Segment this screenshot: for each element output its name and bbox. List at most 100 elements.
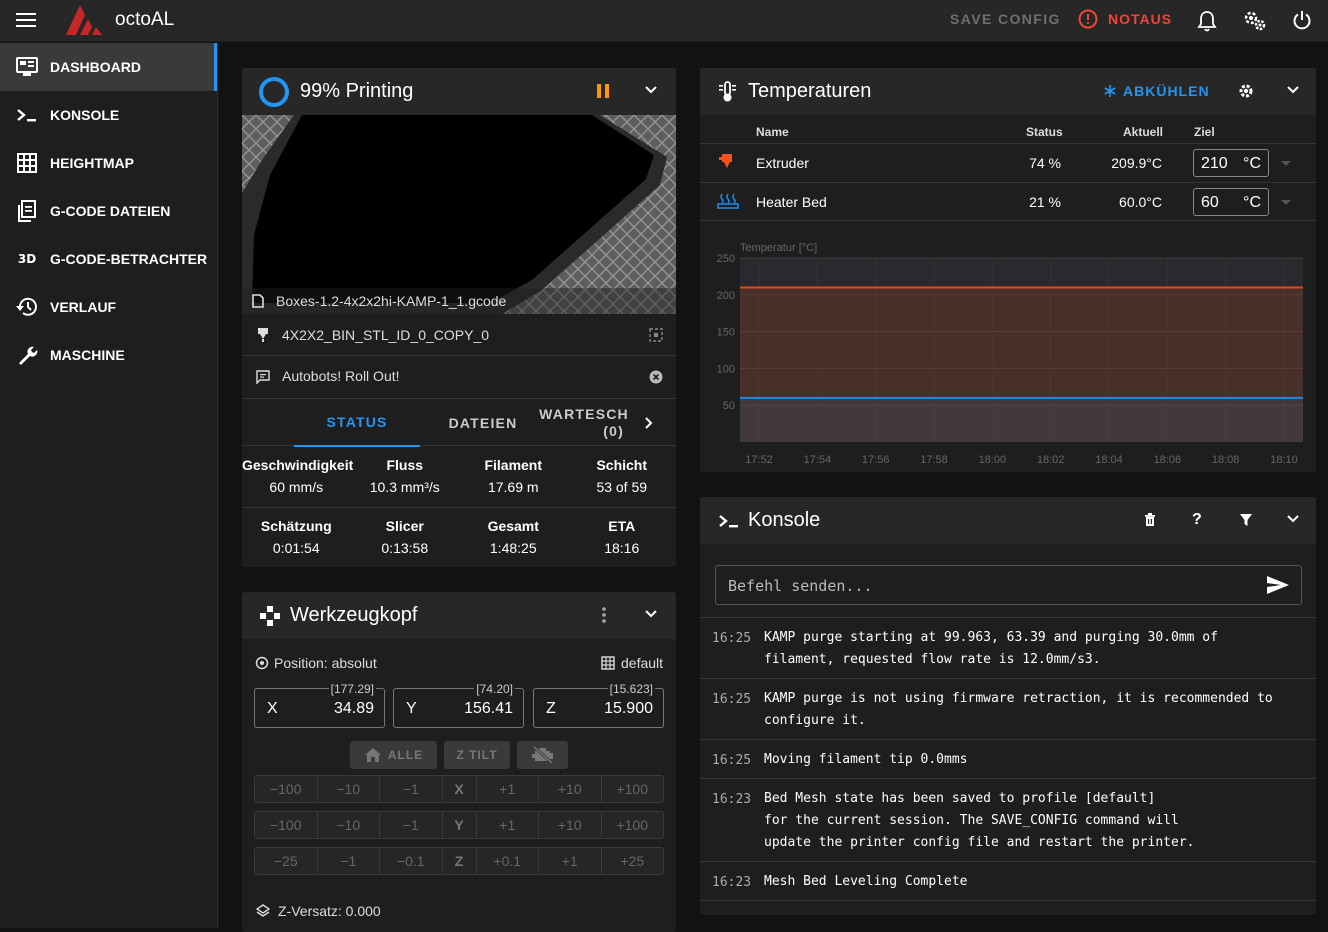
print-message-row: Autobots! Roll Out! xyxy=(242,356,676,398)
y-axis-label: Y xyxy=(406,700,417,717)
pause-icon[interactable] xyxy=(596,83,610,99)
stat-estimate: Schätzung 0:01:54 xyxy=(242,508,351,568)
close-circle-icon[interactable] xyxy=(649,370,663,384)
chevron-right-icon[interactable] xyxy=(644,416,654,430)
console-panel-header: Konsole ? xyxy=(700,497,1316,544)
sidebar-item-heightmap[interactable]: HEIGHTMAP xyxy=(0,139,217,187)
x-tick-label: 18:10 xyxy=(1270,454,1298,466)
tab-files[interactable]: DATEIEN xyxy=(420,399,546,447)
y-tick-label: 50 xyxy=(723,400,735,412)
target-unit: °C xyxy=(1243,155,1261,172)
status-tabs: STATUS DATEIEN WARTESCH (0) xyxy=(242,398,676,447)
thumbnail-filename-bar: Boxes-1.2-4x2x2hi-KAMP-1_1.gcode xyxy=(242,288,676,314)
engine-off-icon xyxy=(531,746,554,764)
bell-icon[interactable] xyxy=(1197,10,1217,32)
y-tick-label: 150 xyxy=(717,327,735,339)
jog-y-plus-1[interactable]: +1 xyxy=(476,812,539,838)
command-input[interactable]: Befehl senden... xyxy=(715,565,1302,605)
stat-total: Gesamt 1:48:25 xyxy=(459,508,568,568)
z-tilt-button[interactable]: Z TILT xyxy=(444,741,510,769)
y-position-field[interactable]: [74.20] Y 156.41 xyxy=(393,682,524,728)
power-icon[interactable] xyxy=(1292,10,1312,30)
sidebar-item-gcode-viewer[interactable]: 3D G-CODE-BETRACHTER xyxy=(0,235,217,283)
jog-x-row: −100 −10 −1 X +1 +10 +100 xyxy=(254,775,664,803)
stat-label: Fluss xyxy=(386,457,424,473)
send-icon[interactable] xyxy=(1267,576,1289,594)
motors-off-button[interactable] xyxy=(517,741,568,769)
sidebar-item-history[interactable]: VERLAUF xyxy=(0,283,217,331)
jog-x-minus-1[interactable]: −1 xyxy=(380,776,443,802)
jog-x-minus-100[interactable]: −100 xyxy=(255,776,318,802)
grid-icon xyxy=(15,151,39,175)
sidebar-navigation: DASHBOARD KONSOLE HEIGHTMAP G-CODE DATEI… xyxy=(0,43,218,928)
menu-down-icon[interactable] xyxy=(1281,161,1291,167)
jog-x-plus-1[interactable]: +1 xyxy=(476,776,539,802)
trash-icon[interactable] xyxy=(1144,513,1156,527)
x-commanded: [177.29] xyxy=(328,682,376,696)
jog-y-minus-100[interactable]: −100 xyxy=(255,812,318,838)
gear-icon[interactable] xyxy=(1238,83,1254,99)
cooldown-button[interactable]: ABKÜHLEN xyxy=(1103,83,1210,99)
z-value: 15.900 xyxy=(604,700,653,717)
select-object-icon[interactable] xyxy=(649,328,663,342)
sidebar-item-dashboard[interactable]: DASHBOARD xyxy=(0,43,217,91)
menu-down-icon[interactable] xyxy=(1281,200,1291,206)
message-icon xyxy=(256,370,270,384)
help-icon[interactable]: ? xyxy=(1192,511,1202,529)
jog-z-plus-25[interactable]: +25 xyxy=(601,848,663,874)
jog-y-plus-10[interactable]: +10 xyxy=(539,812,602,838)
stat-value: 53 of 59 xyxy=(596,479,648,495)
chevron-down-icon[interactable] xyxy=(644,85,658,95)
series-area-1 xyxy=(740,397,1303,442)
chevron-down-icon[interactable] xyxy=(1286,514,1300,524)
home-all-button[interactable]: ALLE xyxy=(350,741,437,769)
jog-x-plus-100[interactable]: +100 xyxy=(601,776,663,802)
console-entry: 16:23 Bed Mesh state has been saved to p… xyxy=(700,778,1316,861)
console-time: 16:25 xyxy=(712,631,752,646)
tab-status[interactable]: STATUS xyxy=(294,399,420,447)
layers-icon xyxy=(256,904,270,918)
top-app-bar: octoAL SAVE CONFIG NOTAUS xyxy=(0,0,1328,42)
x-tick-label: 18:08 xyxy=(1212,454,1240,466)
jog-z-plus-1[interactable]: +1 xyxy=(539,848,602,874)
jog-z-minus-1[interactable]: −1 xyxy=(317,848,380,874)
jog-z-minus-0-1[interactable]: −0.1 xyxy=(380,848,443,874)
chevron-down-icon[interactable] xyxy=(1286,85,1300,95)
app-title: octoAL xyxy=(115,9,175,30)
x-position-field[interactable]: [177.29] X 34.89 xyxy=(254,682,385,728)
sidebar-item-gcode-files[interactable]: G-CODE DATEIEN xyxy=(0,187,217,235)
settings-gears-icon[interactable] xyxy=(1243,10,1267,32)
jog-y-label: Y xyxy=(442,812,477,838)
thermometer-lines-icon xyxy=(718,81,738,103)
save-config-button[interactable]: SAVE CONFIG xyxy=(950,11,1061,27)
jog-x-minus-10[interactable]: −10 xyxy=(317,776,380,802)
console-time: 16:23 xyxy=(712,792,752,807)
jog-y-minus-10[interactable]: −10 xyxy=(317,812,380,838)
z-position-field[interactable]: [15.623] Z 15.900 xyxy=(533,682,664,728)
print-message: Autobots! Roll Out! xyxy=(282,368,400,384)
emergency-stop-button[interactable]: NOTAUS xyxy=(1078,9,1172,29)
console-entry: 16:23 Mesh Bed Leveling Complete xyxy=(700,861,1316,900)
extruder-target-input[interactable]: 210 °C xyxy=(1193,149,1269,177)
bed-target-input[interactable]: 60 °C xyxy=(1193,188,1269,216)
jog-x-plus-10[interactable]: +10 xyxy=(539,776,602,802)
chevron-down-icon[interactable] xyxy=(644,609,658,619)
jog-z-plus-0-1[interactable]: +0.1 xyxy=(476,848,539,874)
jog-z-minus-25[interactable]: −25 xyxy=(255,848,318,874)
temp-row-extruder: Extruder 74 % 209.9°C 210 °C xyxy=(700,143,1316,182)
sidebar-item-konsole[interactable]: KONSOLE xyxy=(0,91,217,139)
menu-icon[interactable] xyxy=(16,12,36,28)
dots-vertical-icon[interactable] xyxy=(602,607,606,623)
sidebar-item-machine[interactable]: MASCHINE xyxy=(0,331,217,379)
sidebar-item-label: G-CODE DATEIEN xyxy=(50,203,171,219)
jog-y-row: −100 −10 −1 Y +1 +10 +100 xyxy=(254,811,664,839)
z-commanded: [15.623] xyxy=(607,682,655,696)
jog-y-minus-1[interactable]: −1 xyxy=(380,812,443,838)
jog-y-plus-100[interactable]: +100 xyxy=(601,812,663,838)
nozzle-icon xyxy=(256,327,270,343)
tab-queue[interactable]: WARTESCH (0) xyxy=(538,399,630,447)
col-header-actual: Aktuell xyxy=(1123,125,1164,139)
stat-label: Schätzung xyxy=(260,518,332,534)
filter-icon[interactable] xyxy=(1240,513,1252,527)
3d-icon: 3D xyxy=(17,252,37,266)
